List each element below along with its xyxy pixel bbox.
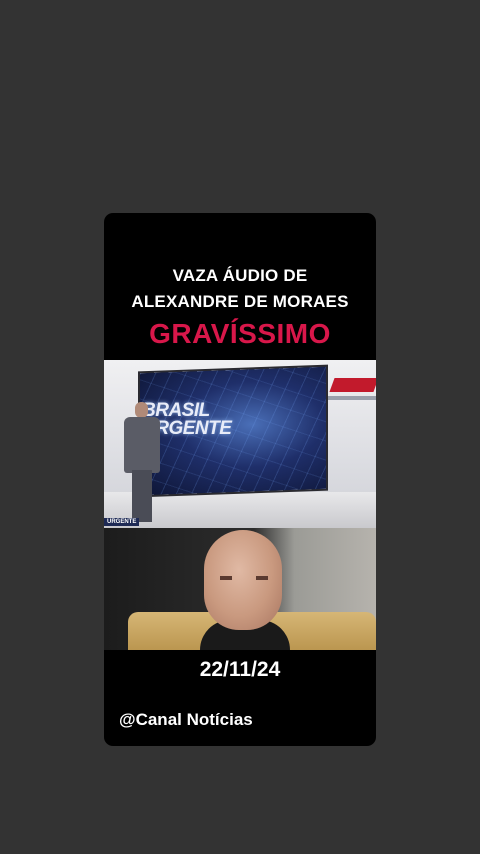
screen: VAZA ÁUDIO DE ALEXANDRE DE MORAES GRAVÍS… [0,0,480,854]
portrait-frame [104,528,376,650]
presenter-head [135,402,148,418]
red-accent-stripe [329,378,376,392]
presenter-suit [124,417,160,473]
video-post-card[interactable]: VAZA ÁUDIO DE ALEXANDRE DE MORAES GRAVÍS… [104,213,376,746]
person-eyes [220,576,268,580]
headline-line-2: ALEXANDRE DE MORAES [131,292,349,311]
tv-studio-frame: BRASIL URGENTE URGENTE [104,360,376,528]
channel-handle[interactable]: @Canal Notícias [119,710,253,730]
post-date: 22/11/24 [199,658,281,681]
grey-accent-stripe [328,396,376,400]
alert-title: GRAVÍSSIMO [149,318,331,349]
channel-bug: URGENTE [104,518,140,526]
presenter-figure [120,402,164,524]
headline-line-1: VAZA ÁUDIO DE [172,266,308,285]
person-face [204,530,282,630]
presenter-legs [132,470,152,522]
